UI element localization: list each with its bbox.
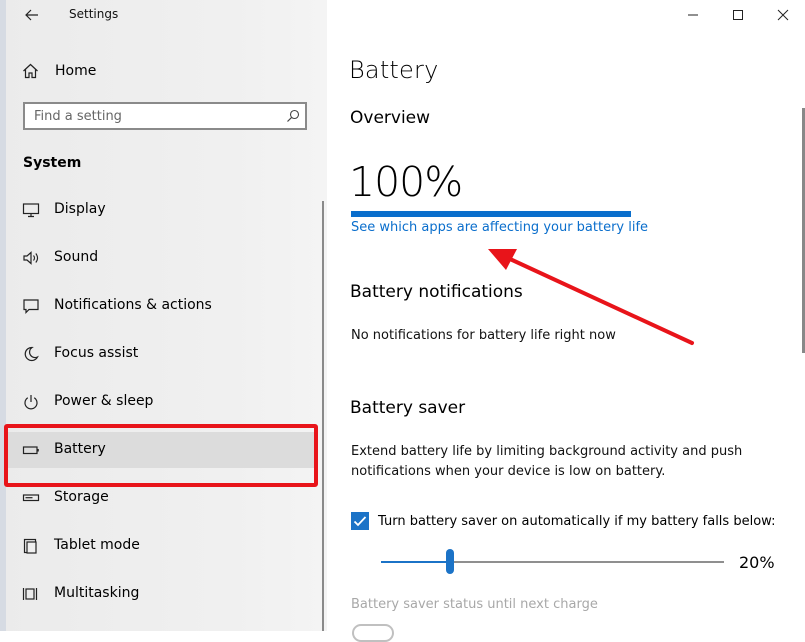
battery-level-bar <box>351 211 631 217</box>
sidebar-item-label: Multitasking <box>54 585 140 601</box>
sidebar-item-label: Storage <box>54 489 109 505</box>
annotation-highlight-box <box>4 424 318 487</box>
battery-threshold-slider-track[interactable] <box>381 561 724 563</box>
speaker-icon <box>22 250 40 266</box>
sidebar-item-label: Notifications & actions <box>54 297 212 313</box>
storage-icon <box>22 490 40 506</box>
battery-saver-heading: Battery saver <box>350 398 466 418</box>
sidebar-item-sound[interactable]: Sound <box>6 240 316 276</box>
battery-notifications-heading: Battery notifications <box>350 282 523 302</box>
monitor-icon <box>22 202 40 218</box>
sidebar-item-label: Tablet mode <box>54 537 140 553</box>
battery-threshold-value: 20% <box>739 553 775 572</box>
battery-threshold-slider-fill <box>381 561 450 563</box>
description-line: notifications when your device is low on… <box>351 464 666 479</box>
sidebar-item-label: Power & sleep <box>54 393 154 409</box>
sidebar-item-label: Sound <box>54 249 99 265</box>
maximize-button[interactable] <box>714 0 762 30</box>
checkmark-icon <box>353 516 367 527</box>
minimize-button[interactable] <box>669 0 717 30</box>
tablet-icon <box>22 538 40 554</box>
home-icon <box>23 63 38 79</box>
battery-threshold-slider-thumb[interactable] <box>445 549 454 574</box>
window-title: Settings <box>69 7 119 21</box>
back-button[interactable] <box>18 2 46 28</box>
nav-home-label: Home <box>55 63 97 79</box>
overview-heading: Overview <box>350 108 431 128</box>
power-icon <box>22 394 40 410</box>
moon-icon <box>22 346 40 362</box>
sidebar-item-power-sleep[interactable]: Power & sleep <box>6 384 316 420</box>
saver-status-toggle[interactable] <box>352 624 394 642</box>
multitasking-icon <box>22 586 40 602</box>
apps-affecting-battery-link[interactable]: See which apps are affecting your batter… <box>351 220 648 235</box>
auto-saver-checkbox-label: Turn battery saver on automatically if m… <box>378 513 776 529</box>
sidebar-item-focus-assist[interactable]: Focus assist <box>6 336 316 372</box>
battery-percentage: 100% <box>349 158 463 206</box>
description-line: Extend battery life by limiting backgrou… <box>351 444 743 459</box>
search-icon <box>287 109 300 122</box>
section-title-system: System <box>23 155 82 171</box>
nav-home[interactable]: Home <box>22 58 96 84</box>
maximize-icon <box>733 10 743 20</box>
search-box[interactable] <box>23 102 307 130</box>
close-button[interactable] <box>759 0 805 30</box>
battery-saver-description: Extend battery life by limiting backgrou… <box>351 442 742 482</box>
message-icon <box>22 298 40 314</box>
page-title: Battery <box>349 56 439 84</box>
notifications-status-text: No notifications for battery life right … <box>351 328 616 343</box>
minimize-icon <box>688 14 698 16</box>
sidebar-item-display[interactable]: Display <box>6 192 316 228</box>
search-input[interactable] <box>34 107 274 125</box>
sidebar-item-label: Focus assist <box>54 345 139 361</box>
auto-saver-checkbox-row[interactable]: Turn battery saver on automatically if m… <box>351 511 775 531</box>
sidebar-item-multitasking[interactable]: Multitasking <box>6 576 316 612</box>
close-icon <box>777 9 789 21</box>
sidebar-item-notifications[interactable]: Notifications & actions <box>6 288 316 324</box>
sidebar-item-tablet-mode[interactable]: Tablet mode <box>6 528 316 564</box>
back-arrow-icon <box>25 9 38 21</box>
sidebar-item-label: Display <box>54 201 106 217</box>
sidebar-scrollbar[interactable] <box>322 201 324 631</box>
auto-saver-checkbox[interactable] <box>351 512 369 530</box>
sidebar: Settings Home System Display Sound Notif… <box>0 0 327 631</box>
saver-status-label: Battery saver status until next charge <box>351 597 598 612</box>
battery-level-fill <box>351 211 631 217</box>
